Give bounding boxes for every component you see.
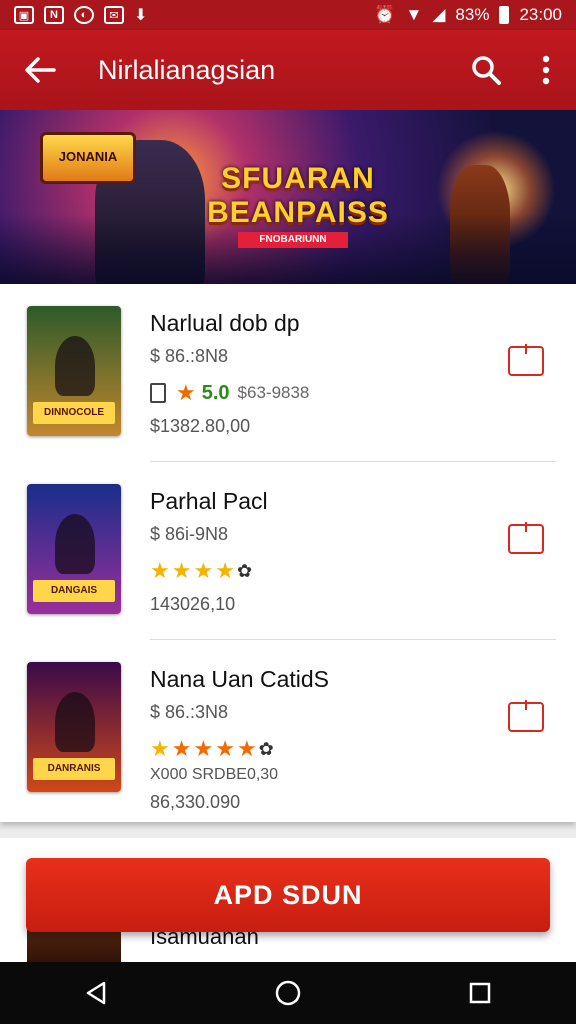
download-icon: ⬇	[134, 7, 148, 24]
notification-n-icon: N	[44, 6, 64, 24]
star-icon: ★	[176, 380, 196, 405]
list-item[interactable]: DANGAIS Parhal Pacl $ 86i-9N8 ★ ★ ★ ★ ✿ …	[0, 462, 576, 640]
primary-action-button[interactable]: APD SDUN	[26, 858, 550, 932]
promo-banner[interactable]: JONANIA SFUARAN BEANPAISS FNOBARIUNN	[0, 110, 576, 284]
back-button[interactable]	[0, 30, 80, 110]
overflow-menu-button[interactable]	[516, 30, 576, 110]
banner-title: SFUARAN BEANPAISS	[200, 162, 396, 230]
add-to-cart-button[interactable]	[508, 700, 544, 732]
list-item[interactable]: DINNOCOLE Narlual dob dp $ 86.:8N8 ★ 5.0…	[0, 284, 576, 462]
add-to-cart-button[interactable]	[508, 522, 544, 554]
cart-icon	[524, 522, 528, 532]
star-icon: ★	[150, 558, 170, 583]
battery-icon	[499, 6, 510, 24]
star-icon: ★	[215, 736, 235, 761]
gallery-icon: ▣	[14, 6, 34, 24]
item-name: Nana Uan CatidS	[150, 666, 329, 692]
star-icon: ★	[215, 558, 235, 583]
cover-image: DANGAIS	[27, 484, 121, 614]
cover-image: DINNOCOLE	[27, 306, 121, 436]
star-icon: ★	[193, 558, 214, 583]
signal-icon: ◢	[432, 5, 446, 24]
nav-back-button[interactable]	[66, 963, 126, 1023]
app-bar: Nirlalianagsian	[0, 30, 576, 110]
banner-title-line1: SFUARAN	[221, 162, 375, 195]
cover-figure	[55, 692, 95, 752]
nav-recents-button[interactable]	[450, 963, 510, 1023]
cover-title: DANRANIS	[33, 758, 115, 780]
cover-title: DINNOCOLE	[33, 402, 115, 424]
alarm-icon: ⏰	[374, 5, 396, 24]
product-list: DINNOCOLE Narlual dob dp $ 86.:8N8 ★ 5.0…	[0, 284, 576, 822]
search-icon	[472, 56, 501, 85]
item-price: $ 86i-9N8	[150, 524, 229, 544]
whatsapp-icon: ◐	[74, 6, 94, 24]
item-extra: $1382.80,00	[150, 416, 251, 436]
cover-figure	[55, 514, 95, 574]
star-icon: ★	[150, 736, 170, 761]
mail-icon: ✉	[104, 6, 124, 24]
wifi-icon: ▼	[405, 5, 423, 24]
star-icon: ★	[171, 736, 192, 761]
cart-icon	[524, 700, 528, 710]
rating-badge-icon: ✿	[258, 738, 274, 759]
rating-badge-icon: ✿	[236, 560, 253, 581]
item-score: 5.0	[201, 381, 230, 404]
banner-subtitle: FNOBARIUNN	[238, 232, 348, 248]
item-price: $ 86.:3N8	[150, 702, 229, 722]
system-nav-bar	[0, 962, 576, 1024]
item-rating: ★ 5.0 $63-9838	[150, 380, 309, 406]
item-extra-secondary: 86,330.090	[150, 792, 241, 812]
banner-title-line2: BEANPAISS	[207, 196, 389, 229]
more-vert-icon	[542, 55, 550, 85]
star-icon: ★	[236, 736, 257, 761]
cover-image: DANRANIS	[27, 662, 121, 792]
banner-small-logo: JONANIA	[40, 132, 136, 184]
back-triangle-icon	[86, 981, 106, 1005]
item-name: Narlual dob dp	[150, 310, 300, 336]
item-name: Parhal Pacl	[150, 488, 268, 514]
arrow-left-icon	[25, 57, 56, 83]
item-price: $ 86.:8N8	[150, 346, 229, 366]
item-count: $63-9838	[237, 383, 310, 402]
star-icon: ★	[171, 558, 192, 583]
page-title: Nirlalianagsian	[98, 54, 276, 85]
clock: 23:00	[519, 5, 562, 24]
nav-home-button[interactable]	[258, 963, 318, 1023]
add-to-cart-button[interactable]	[508, 344, 544, 376]
status-bar: ▣ N ◐ ✉ ⬇ ⏰ ▼ ◢ 83% 23:00	[0, 0, 576, 30]
search-button[interactable]	[456, 30, 516, 110]
recents-square-icon	[469, 982, 491, 1004]
cover-title: DANGAIS	[33, 580, 115, 602]
cart-icon	[524, 344, 528, 354]
star-icon: ★	[193, 736, 214, 761]
item-extra: X000 SRDBE0,30	[150, 766, 279, 783]
battery-percent: 83%	[455, 5, 490, 24]
item-rating: ★ ★ ★ ★ ★ ✿	[150, 736, 274, 762]
list-item[interactable]: DANRANIS Nana Uan CatidS $ 86.:3N8 ★ ★ ★…	[0, 640, 576, 822]
item-extra: 143026,10	[150, 594, 236, 614]
cover-figure	[55, 336, 95, 396]
item-rating: ★ ★ ★ ★ ✿	[150, 558, 252, 584]
bag-icon	[150, 383, 166, 403]
home-circle-icon	[275, 980, 301, 1006]
